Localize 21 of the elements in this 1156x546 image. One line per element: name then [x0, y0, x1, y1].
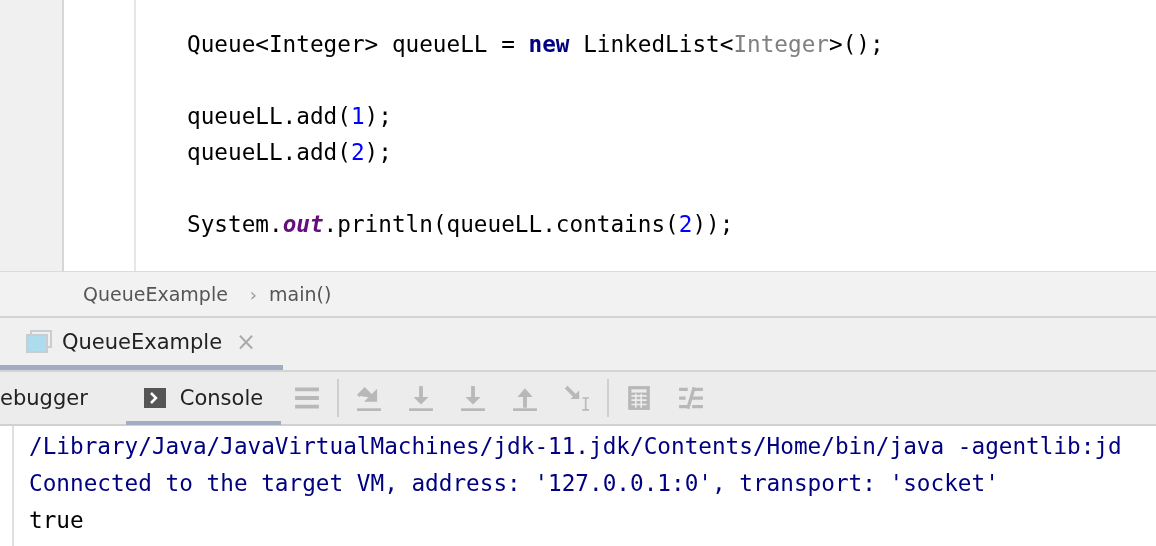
calculator-icon[interactable] [626, 385, 653, 411]
list-icon[interactable] [678, 385, 705, 411]
console-line: /Library/Java/JavaVirtualMachines/jdk-11.jdk/Contents/Home/bin/java -agentlib:jd [29, 432, 1123, 461]
window-icon [26, 329, 52, 354]
code-line: queueLL.add(1); [187, 102, 393, 131]
console-line: Connected to the target VM, address: '127.0.0.1:0', transport: 'socket' [29, 469, 1000, 498]
down-arrow-icon[interactable] [460, 385, 487, 411]
chevron-icon: › [249, 283, 258, 305]
step-over-icon[interactable] [356, 385, 383, 411]
cursor-arrow-icon[interactable] [564, 385, 591, 411]
code-line: System.out.println(queueLL.contains(2)); [187, 210, 735, 239]
console-line: true [29, 506, 85, 535]
menu-icon[interactable] [294, 385, 321, 411]
panel-tab[interactable]: ebugger [0, 371, 106, 425]
terminal-icon [143, 388, 166, 408]
panel-tab[interactable]: Console [125, 371, 282, 425]
code-line: Queue<Integer> queueLL = new LinkedList<Integer>(); [187, 30, 884, 59]
breadcrumb-item[interactable]: QueueExample [83, 283, 228, 305]
breadcrumb-item[interactable]: main() [269, 283, 332, 305]
code-line: queueLL.add(2); [187, 138, 393, 167]
down-arrow-icon[interactable] [408, 385, 435, 411]
